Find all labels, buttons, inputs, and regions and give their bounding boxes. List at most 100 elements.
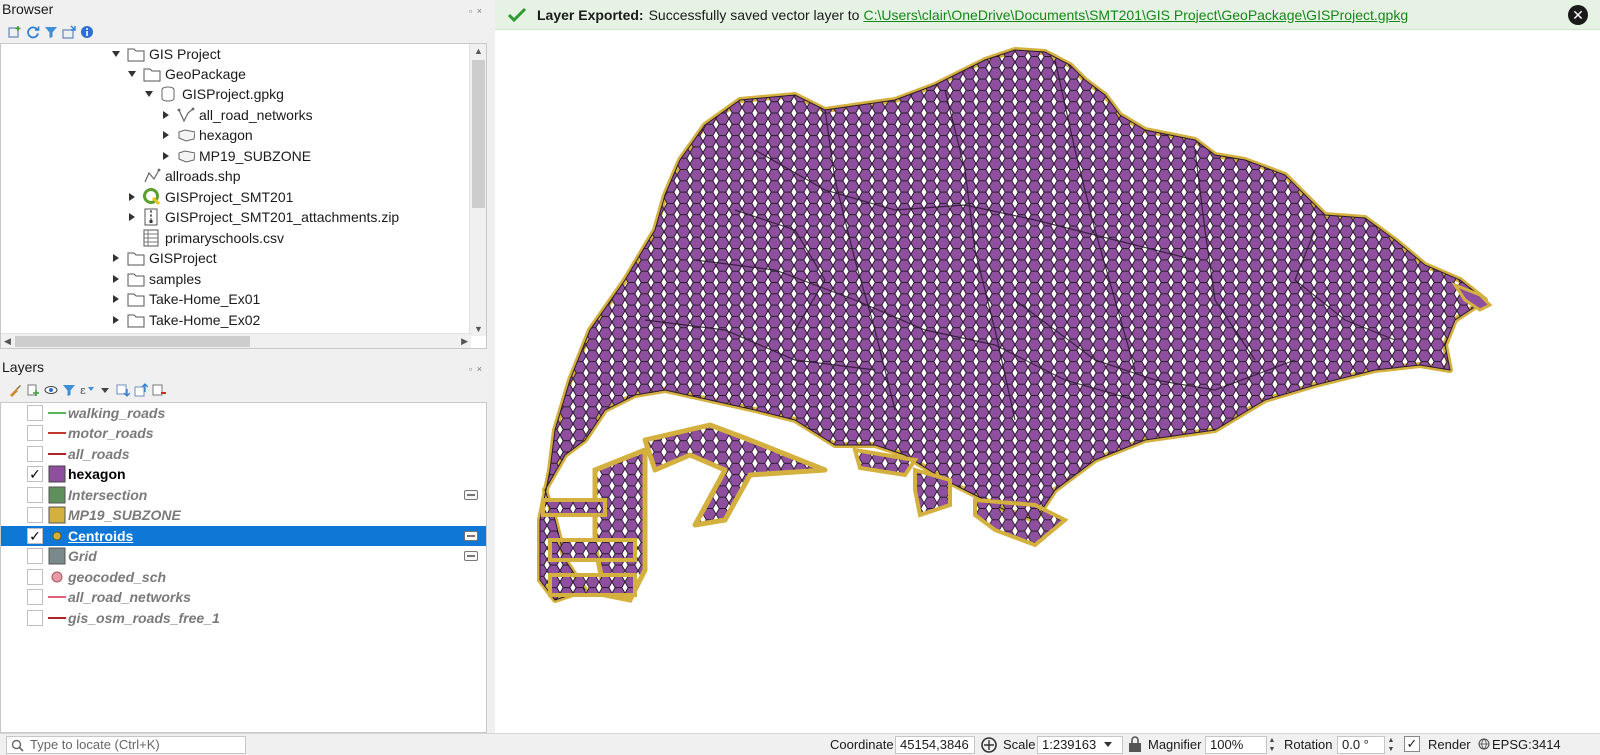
layer-row-hexagon[interactable]: ✓ hexagon <box>1 464 486 484</box>
tree-item-geopackage-folder[interactable]: GeoPackage <box>125 64 246 84</box>
layer-visibility-checkbox[interactable] <box>27 548 43 564</box>
scroll-right-icon[interactable]: ▶ <box>461 336 468 347</box>
tree-item-attachments-zip[interactable]: GISProject_SMT201_attachments.zip <box>125 207 399 227</box>
scroll-left-icon[interactable]: ◀ <box>4 336 11 347</box>
tree-item-samples-folder[interactable]: samples <box>109 269 201 289</box>
crs-globe-icon[interactable] <box>1478 738 1490 753</box>
render-checkbox[interactable]: ✓ <box>1404 736 1420 752</box>
tree-item-gpkg[interactable]: GISProject.gpkg <box>142 84 284 104</box>
crs-label[interactable]: EPSG:3414 <box>1492 737 1561 752</box>
layer-visibility-checkbox[interactable] <box>27 487 43 503</box>
refresh-icon[interactable] <box>26 25 40 39</box>
layer-visibility-checkbox[interactable] <box>27 589 43 605</box>
panel-float-close-icon[interactable]: ▫ × <box>469 2 483 20</box>
layer-row-all-road-networks[interactable]: all_road_networks <box>1 587 486 607</box>
rotation-field[interactable]: 0.0 ° <box>1337 736 1385 754</box>
layers-tree[interactable]: walking_roads motor_roads all_roads ✓ he… <box>0 402 487 733</box>
layer-indicator-icon[interactable] <box>464 490 478 500</box>
collapse-all-icon[interactable] <box>62 25 76 39</box>
tree-item-mp19-subzone[interactable]: MP19_SUBZONE <box>159 146 311 166</box>
tree-item-take-home-ex02[interactable]: Take-Home_Ex02 <box>109 310 260 330</box>
lock-scale-icon[interactable] <box>1128 736 1142 755</box>
map-render[interactable] <box>495 0 1600 733</box>
layer-row-gis-osm-roads[interactable]: gis_osm_roads_free_1 <box>1 608 486 628</box>
point-symbol-icon <box>48 527 66 545</box>
scrollbar-thumb[interactable] <box>15 336 250 347</box>
close-icon[interactable]: ✕ <box>1568 5 1588 25</box>
layer-row-intersection[interactable]: Intersection <box>1 485 486 505</box>
browser-tree[interactable]: GIS Project GeoPackage GISProject.gpkg a… <box>0 43 487 349</box>
browser-horizontal-scrollbar[interactable]: ◀ ▶ <box>1 333 471 348</box>
layer-visibility-checkbox[interactable] <box>27 507 43 523</box>
line-symbol-icon <box>48 404 66 422</box>
layer-row-geocoded-sch[interactable]: geocoded_sch <box>1 567 486 587</box>
tree-item-take-home-ex01[interactable]: Take-Home_Ex01 <box>109 289 260 309</box>
collapsed-arrow-icon[interactable] <box>159 149 173 163</box>
layer-indicator-icon[interactable] <box>464 531 478 541</box>
expanded-arrow-icon[interactable] <box>109 47 123 61</box>
browser-vertical-scrollbar[interactable]: ▲ ▼ <box>469 44 486 336</box>
scrollbar-thumb[interactable] <box>472 60 485 208</box>
tree-item-primaryschools-csv[interactable]: primaryschools.csv <box>143 228 284 248</box>
collapsed-arrow-icon[interactable] <box>109 292 123 306</box>
filter-legend-icon[interactable] <box>62 383 76 397</box>
layer-row-mp19-subzone[interactable]: MP19_SUBZONE <box>1 505 486 525</box>
tree-item-all-road-networks[interactable]: all_road_networks <box>159 105 313 125</box>
panel-float-close-icon[interactable]: ▫ × <box>469 360 483 378</box>
style-brush-icon[interactable] <box>8 383 22 397</box>
tree-item-allroads-shp[interactable]: allroads.shp <box>143 166 241 186</box>
remove-layer-icon[interactable] <box>152 383 166 397</box>
folder-icon <box>127 46 145 62</box>
collapsed-arrow-icon[interactable] <box>159 108 173 122</box>
filter-expression-icon[interactable]: ε <box>80 383 94 397</box>
exported-file-link[interactable]: C:\Users\clair\OneDrive\Documents\SMT201… <box>863 7 1408 23</box>
layer-visibility-checkbox[interactable] <box>27 610 43 626</box>
scale-dropdown-icon[interactable] <box>1102 738 1114 753</box>
locator-search-input[interactable]: Type to locate (Ctrl+K) <box>6 736 246 754</box>
dropdown-arrow-icon[interactable] <box>98 383 112 397</box>
collapsed-arrow-icon[interactable] <box>125 190 139 204</box>
info-icon[interactable] <box>80 25 94 39</box>
coordinate-field[interactable]: 45154,3846 <box>895 736 975 754</box>
rotation-spinner-icon[interactable]: ▲ ▼ <box>1386 736 1396 754</box>
layer-visibility-checkbox[interactable] <box>27 446 43 462</box>
layer-visibility-checkbox[interactable] <box>27 569 43 585</box>
add-group-icon[interactable] <box>26 383 40 397</box>
tree-label: hexagon <box>199 127 253 143</box>
tree-item-gisproject-folder[interactable]: GISProject <box>109 248 217 268</box>
layer-row-walking-roads[interactable]: walking_roads <box>1 403 486 423</box>
tree-label: primaryschools.csv <box>165 230 285 246</box>
scroll-up-icon[interactable]: ▲ <box>474 46 483 56</box>
layer-visibility-checkbox[interactable] <box>27 425 43 441</box>
collapse-all-layers-icon[interactable] <box>134 383 148 397</box>
layer-indicator-icon[interactable] <box>464 551 478 561</box>
collapsed-arrow-icon[interactable] <box>109 272 123 286</box>
expanded-arrow-icon[interactable] <box>125 67 139 81</box>
layer-visibility-checkbox[interactable] <box>27 405 43 421</box>
collapsed-arrow-icon[interactable] <box>109 313 123 327</box>
tree-item-qgis-project[interactable]: GISProject_SMT201 <box>125 187 293 207</box>
toggle-extents-icon[interactable] <box>980 736 998 755</box>
collapsed-arrow-icon[interactable] <box>159 128 173 142</box>
collapsed-arrow-icon[interactable] <box>125 210 139 224</box>
map-canvas[interactable] <box>495 0 1600 733</box>
layer-row-centroids[interactable]: ✓ Centroids <box>1 526 486 546</box>
filter-icon[interactable] <box>44 25 58 39</box>
layer-row-grid[interactable]: Grid <box>1 546 486 566</box>
add-selected-layers-icon[interactable] <box>8 25 22 39</box>
magnifier-field[interactable]: 100% <box>1205 736 1267 754</box>
database-icon <box>160 86 178 102</box>
visibility-icon[interactable] <box>44 383 58 397</box>
layer-visibility-checkbox-checked[interactable]: ✓ <box>27 466 43 482</box>
layer-row-all-roads[interactable]: all_roads <box>1 444 486 464</box>
layer-row-motor-roads[interactable]: motor_roads <box>1 423 486 443</box>
scroll-down-icon[interactable]: ▼ <box>474 324 483 334</box>
fill-symbol-icon <box>48 547 66 565</box>
expanded-arrow-icon[interactable] <box>142 87 156 101</box>
magnifier-spinner-icon[interactable]: ▲ ▼ <box>1267 736 1277 754</box>
tree-item-hexagon[interactable]: hexagon <box>159 125 253 145</box>
expand-all-icon[interactable] <box>116 383 130 397</box>
collapsed-arrow-icon[interactable] <box>109 251 123 265</box>
tree-item-gis-project[interactable]: GIS Project <box>109 44 221 64</box>
layer-visibility-checkbox-checked[interactable]: ✓ <box>27 528 43 544</box>
